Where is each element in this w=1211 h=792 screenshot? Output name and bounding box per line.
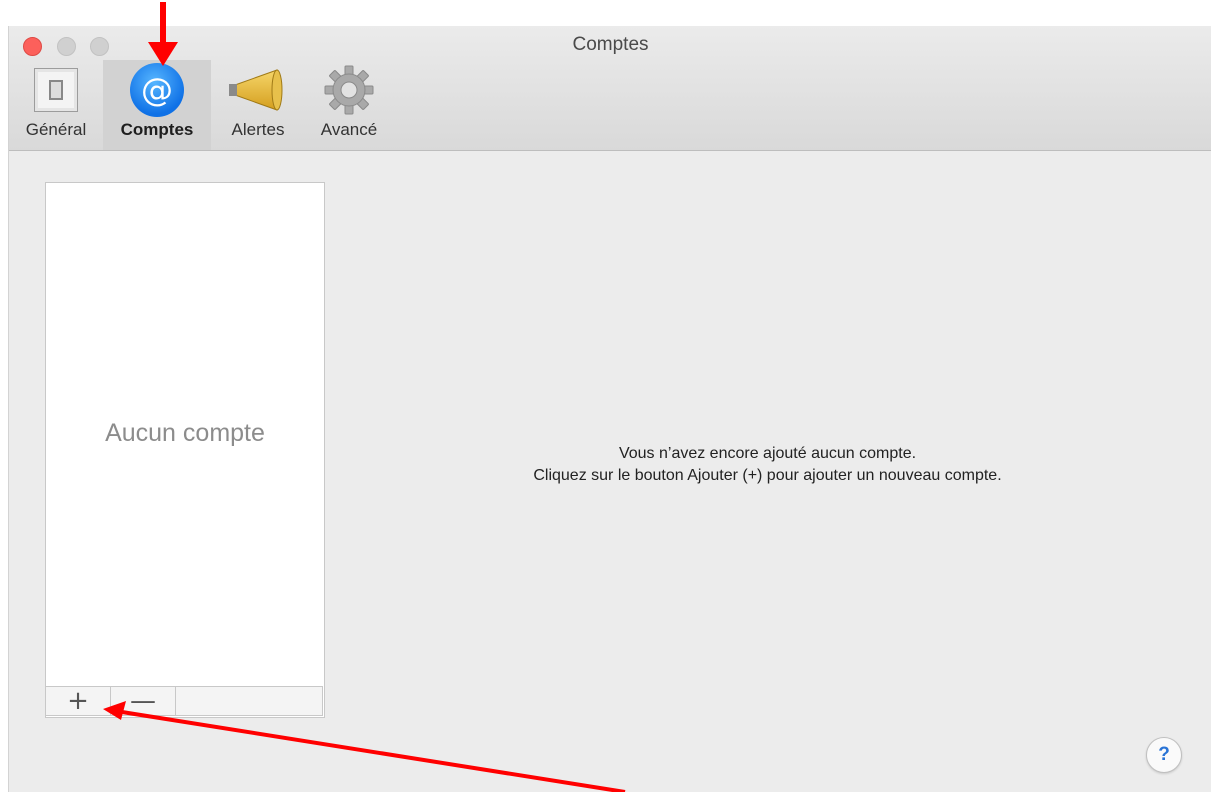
at-sign-icon: @ <box>130 63 184 117</box>
megaphone-icon <box>229 69 283 111</box>
help-button[interactable]: ? <box>1146 737 1182 773</box>
remove-account-button[interactable]: — <box>111 686 176 716</box>
preferences-toolbar: Général @ Comptes Alertes Avancé <box>9 60 393 150</box>
empty-message-line-2: Cliquez sur le bouton Ajouter (+) pour a… <box>533 467 1002 484</box>
tab-comptes-label: Comptes <box>120 120 194 139</box>
add-account-button[interactable]: + <box>46 686 111 716</box>
tab-comptes[interactable]: @ Comptes <box>103 60 211 150</box>
accounts-pane: Aucun compte + — Vous n’avez encore ajou… <box>9 151 1211 792</box>
tab-general-label: Général <box>25 120 87 139</box>
empty-list-label: Aucun compte <box>105 419 265 447</box>
tab-avance-label: Avancé <box>320 120 378 139</box>
gear-icon <box>324 65 374 115</box>
account-list[interactable]: Aucun compte <box>45 182 325 718</box>
title-bar: Comptes Général @ Comptes Alertes Avancé <box>9 26 1211 151</box>
empty-accounts-message: Vous n’avez encore ajouté aucun compte. … <box>323 443 1211 487</box>
window-title: Comptes <box>572 34 649 55</box>
list-controls: + — <box>45 686 323 716</box>
list-controls-filler <box>176 687 322 715</box>
empty-message-line-1: Vous n’avez encore ajouté aucun compte. <box>618 445 917 462</box>
switch-icon <box>34 68 78 112</box>
tab-alertes[interactable]: Alertes <box>211 60 305 150</box>
tab-avance[interactable]: Avancé <box>305 60 393 150</box>
tab-alertes-label: Alertes <box>231 120 285 139</box>
tab-general[interactable]: Général <box>9 60 103 150</box>
preferences-window: Comptes Général @ Comptes Alertes Avancé… <box>8 26 1211 792</box>
